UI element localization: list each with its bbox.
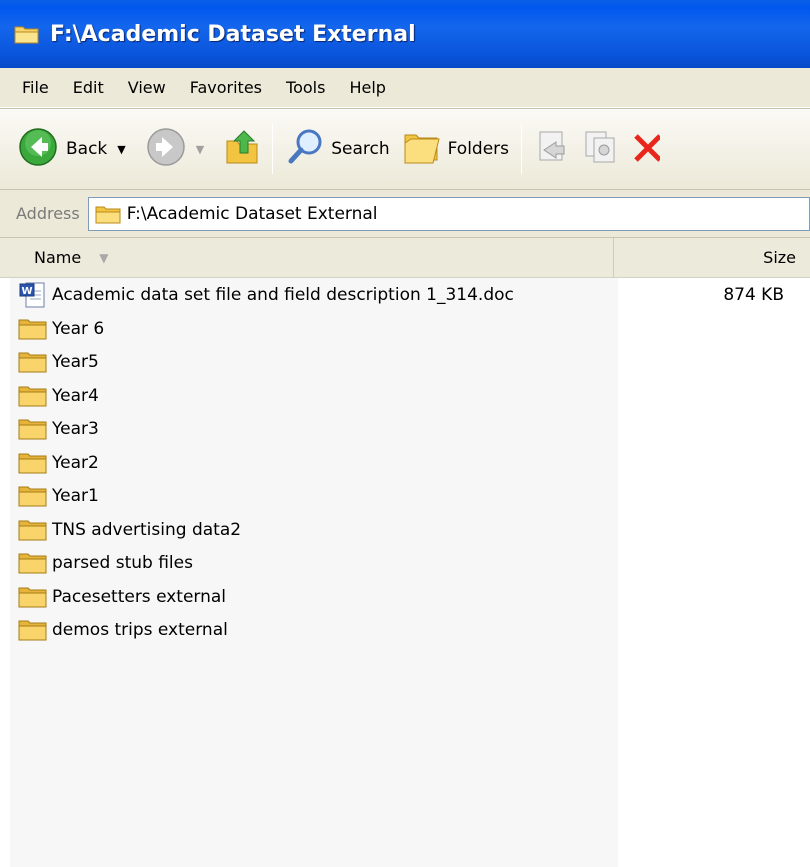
search-icon [285,127,325,172]
toolbar-separator [272,124,274,174]
up-folder-icon [224,127,260,172]
item-name: Pacesetters external [52,586,227,607]
back-button[interactable]: Back ▼ [12,124,140,174]
move-to-button[interactable] [528,124,576,174]
folder-icon [18,619,48,641]
word-document-icon: W [18,281,48,309]
svg-text:W: W [21,286,32,297]
folder-row[interactable]: demos trips external [18,613,798,647]
file-list[interactable]: W Academic data set file and field descri… [0,278,810,867]
folder-icon [95,204,121,224]
folders-button[interactable]: Folders [396,124,515,174]
delete-button[interactable] [624,124,666,174]
toolbar: Back ▼ ▼ Search Folders [0,108,810,190]
back-dropdown-icon[interactable]: ▼ [117,143,125,156]
column-size-header[interactable]: Size [614,238,810,277]
file-row[interactable]: W Academic data set file and field descri… [18,278,798,312]
menu-favorites[interactable]: Favorites [178,74,274,101]
address-input[interactable]: F:\Academic Dataset External [87,196,810,231]
address-label: Address [16,204,80,223]
item-name: Year5 [52,352,99,372]
column-name-label: Name [34,248,82,267]
folder-icon [18,519,48,541]
up-button[interactable] [218,124,266,174]
folder-row[interactable]: Year3 [18,412,798,446]
column-name-header[interactable]: Name ▼ [0,238,614,277]
folder-row[interactable]: Year 6 [18,312,798,346]
folder-icon [18,586,48,608]
folder-row[interactable]: Year4 [18,379,798,413]
item-name: demos trips external [52,620,228,640]
menu-file[interactable]: File [10,74,61,101]
folder-row[interactable]: Year5 [18,345,798,379]
back-label: Back [66,139,108,159]
item-name: Academic data set file and field descrip… [52,285,514,305]
menu-help[interactable]: Help [337,74,397,101]
item-name: Year4 [52,385,99,406]
folder-icon [18,351,48,373]
item-name: TNS advertising data2 [52,519,242,540]
item-name: Year2 [52,452,99,473]
folders-label: Folders [447,139,510,159]
folders-icon [402,127,442,172]
search-label: Search [331,139,390,159]
item-size: 874 KB [723,285,784,305]
folder-icon [14,23,40,45]
folder-row[interactable]: parsed stub files [18,546,798,580]
delete-icon [630,128,662,171]
item-name: Year1 [52,486,99,506]
address-bar: Address F:\Academic Dataset External [0,190,810,238]
folder-icon [18,452,48,474]
menu-view[interactable]: View [116,74,178,101]
item-name: Year3 [52,419,99,439]
copy-to-icon [582,128,618,171]
folder-icon [18,385,48,407]
search-button[interactable]: Search [279,124,395,174]
sort-down-icon: ▼ [99,250,109,265]
folder-row[interactable]: Year1 [18,479,798,513]
back-arrow-icon [18,127,58,172]
move-to-icon [534,128,570,171]
forward-dropdown-icon[interactable]: ▼ [196,143,204,156]
menu-edit[interactable]: Edit [61,74,116,101]
menu-tools[interactable]: Tools [274,74,337,101]
address-value: F:\Academic Dataset External [126,203,378,224]
window-title: F:\Academic Dataset External [50,21,416,47]
folder-row[interactable]: Year2 [18,446,798,480]
copy-to-button[interactable] [576,124,624,174]
folder-icon [18,318,48,340]
item-name: parsed stub files [52,553,193,573]
item-name: Year 6 [52,318,105,339]
forward-arrow-icon [146,127,186,172]
menu-bar: File Edit View Favorites Tools Help [0,68,810,108]
toolbar-separator [521,124,523,174]
title-bar[interactable]: F:\Academic Dataset External [0,0,810,68]
folder-icon [18,552,48,574]
column-header: Name ▼ Size [0,238,810,278]
folder-row[interactable]: TNS advertising data2 [18,513,798,547]
folder-icon [18,418,48,440]
column-size-label: Size [763,248,796,267]
folder-row[interactable]: Pacesetters external [18,580,798,614]
folder-icon [18,485,48,507]
forward-button[interactable]: ▼ [140,124,218,174]
